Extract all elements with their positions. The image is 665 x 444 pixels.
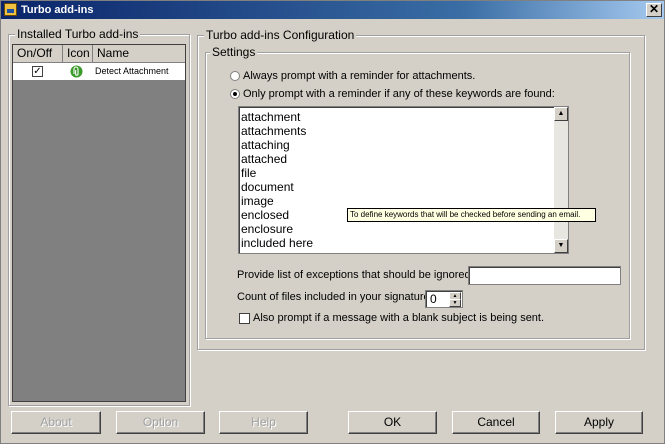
keyword-item[interactable]: enclosed xyxy=(241,208,289,222)
app-icon xyxy=(4,3,17,16)
signature-files-value[interactable]: 0 xyxy=(430,292,437,306)
installed-addins-title: Installed Turbo add-ins xyxy=(15,27,141,41)
addin-row-detect-attachment[interactable]: ✓ Detect Attachment xyxy=(13,63,185,80)
exceptions-label: Provide list of exceptions that should b… xyxy=(237,269,477,281)
close-button[interactable]: ✕ xyxy=(646,3,662,17)
keyword-item[interactable]: attaching xyxy=(241,138,290,152)
keywords-scrollbar[interactable]: ▲ ▼ xyxy=(554,107,568,253)
signature-files-stepper[interactable]: 0 ▲ ▼ xyxy=(425,290,463,308)
column-header-icon[interactable]: Icon xyxy=(63,45,93,62)
keyword-item[interactable]: enclosure xyxy=(241,222,293,236)
keywords-tooltip: To define keywords that will be checked … xyxy=(347,208,596,222)
keyword-item[interactable]: file xyxy=(241,166,256,180)
ok-button[interactable]: OK xyxy=(348,411,437,434)
radio-always-prompt[interactable] xyxy=(230,71,240,81)
apply-button[interactable]: Apply xyxy=(555,411,643,434)
settings-group-title: Settings xyxy=(210,45,258,59)
column-header-onoff[interactable]: On/Off xyxy=(13,45,63,62)
config-group-title: Turbo add-ins Configuration xyxy=(204,28,357,42)
paperclip-icon xyxy=(70,65,83,78)
turbo-addins-window: Turbo add-ins ✕ Installed Turbo add-ins … xyxy=(0,0,665,444)
keywords-listbox[interactable]: attachment attachments attaching attache… xyxy=(238,106,569,254)
scroll-down-arrow-icon[interactable]: ▼ xyxy=(554,239,568,253)
addins-list[interactable]: On/Off Icon Name ✓ Detect Attachment xyxy=(12,44,186,402)
radio-always-prompt-label[interactable]: Always prompt with a reminder for attach… xyxy=(243,70,475,83)
radio-keyword-prompt-label[interactable]: Only prompt with a reminder if any of th… xyxy=(243,88,555,101)
addin-enabled-checkbox[interactable]: ✓ xyxy=(32,66,43,77)
blank-subject-label[interactable]: Also prompt if a message with a blank su… xyxy=(253,312,544,325)
window-title: Turbo add-ins xyxy=(21,4,94,16)
about-button[interactable]: About xyxy=(11,411,101,434)
option-button[interactable]: Option xyxy=(116,411,205,434)
keyword-item[interactable]: image xyxy=(241,194,274,208)
spin-down-icon[interactable]: ▼ xyxy=(449,299,461,307)
title-bar[interactable]: Turbo add-ins ✕ xyxy=(1,1,664,19)
keyword-item[interactable]: included here xyxy=(241,236,313,250)
cancel-button[interactable]: Cancel xyxy=(452,411,540,434)
keyword-item[interactable]: document xyxy=(241,180,294,194)
keyword-item[interactable]: attachment xyxy=(241,110,300,124)
help-button[interactable]: Help xyxy=(219,411,308,434)
addin-name: Detect Attachment xyxy=(95,66,169,76)
scroll-up-arrow-icon[interactable]: ▲ xyxy=(554,107,568,121)
signature-files-label: Count of files included in your signatur… xyxy=(237,291,433,303)
column-header-name[interactable]: Name xyxy=(93,45,185,62)
radio-keyword-prompt[interactable] xyxy=(230,89,240,99)
keyword-item[interactable]: attachments xyxy=(241,124,306,138)
keyword-item[interactable]: attached xyxy=(241,152,287,166)
addins-list-header: On/Off Icon Name xyxy=(13,45,185,63)
exceptions-input[interactable] xyxy=(468,266,621,285)
blank-subject-checkbox[interactable] xyxy=(239,313,250,324)
